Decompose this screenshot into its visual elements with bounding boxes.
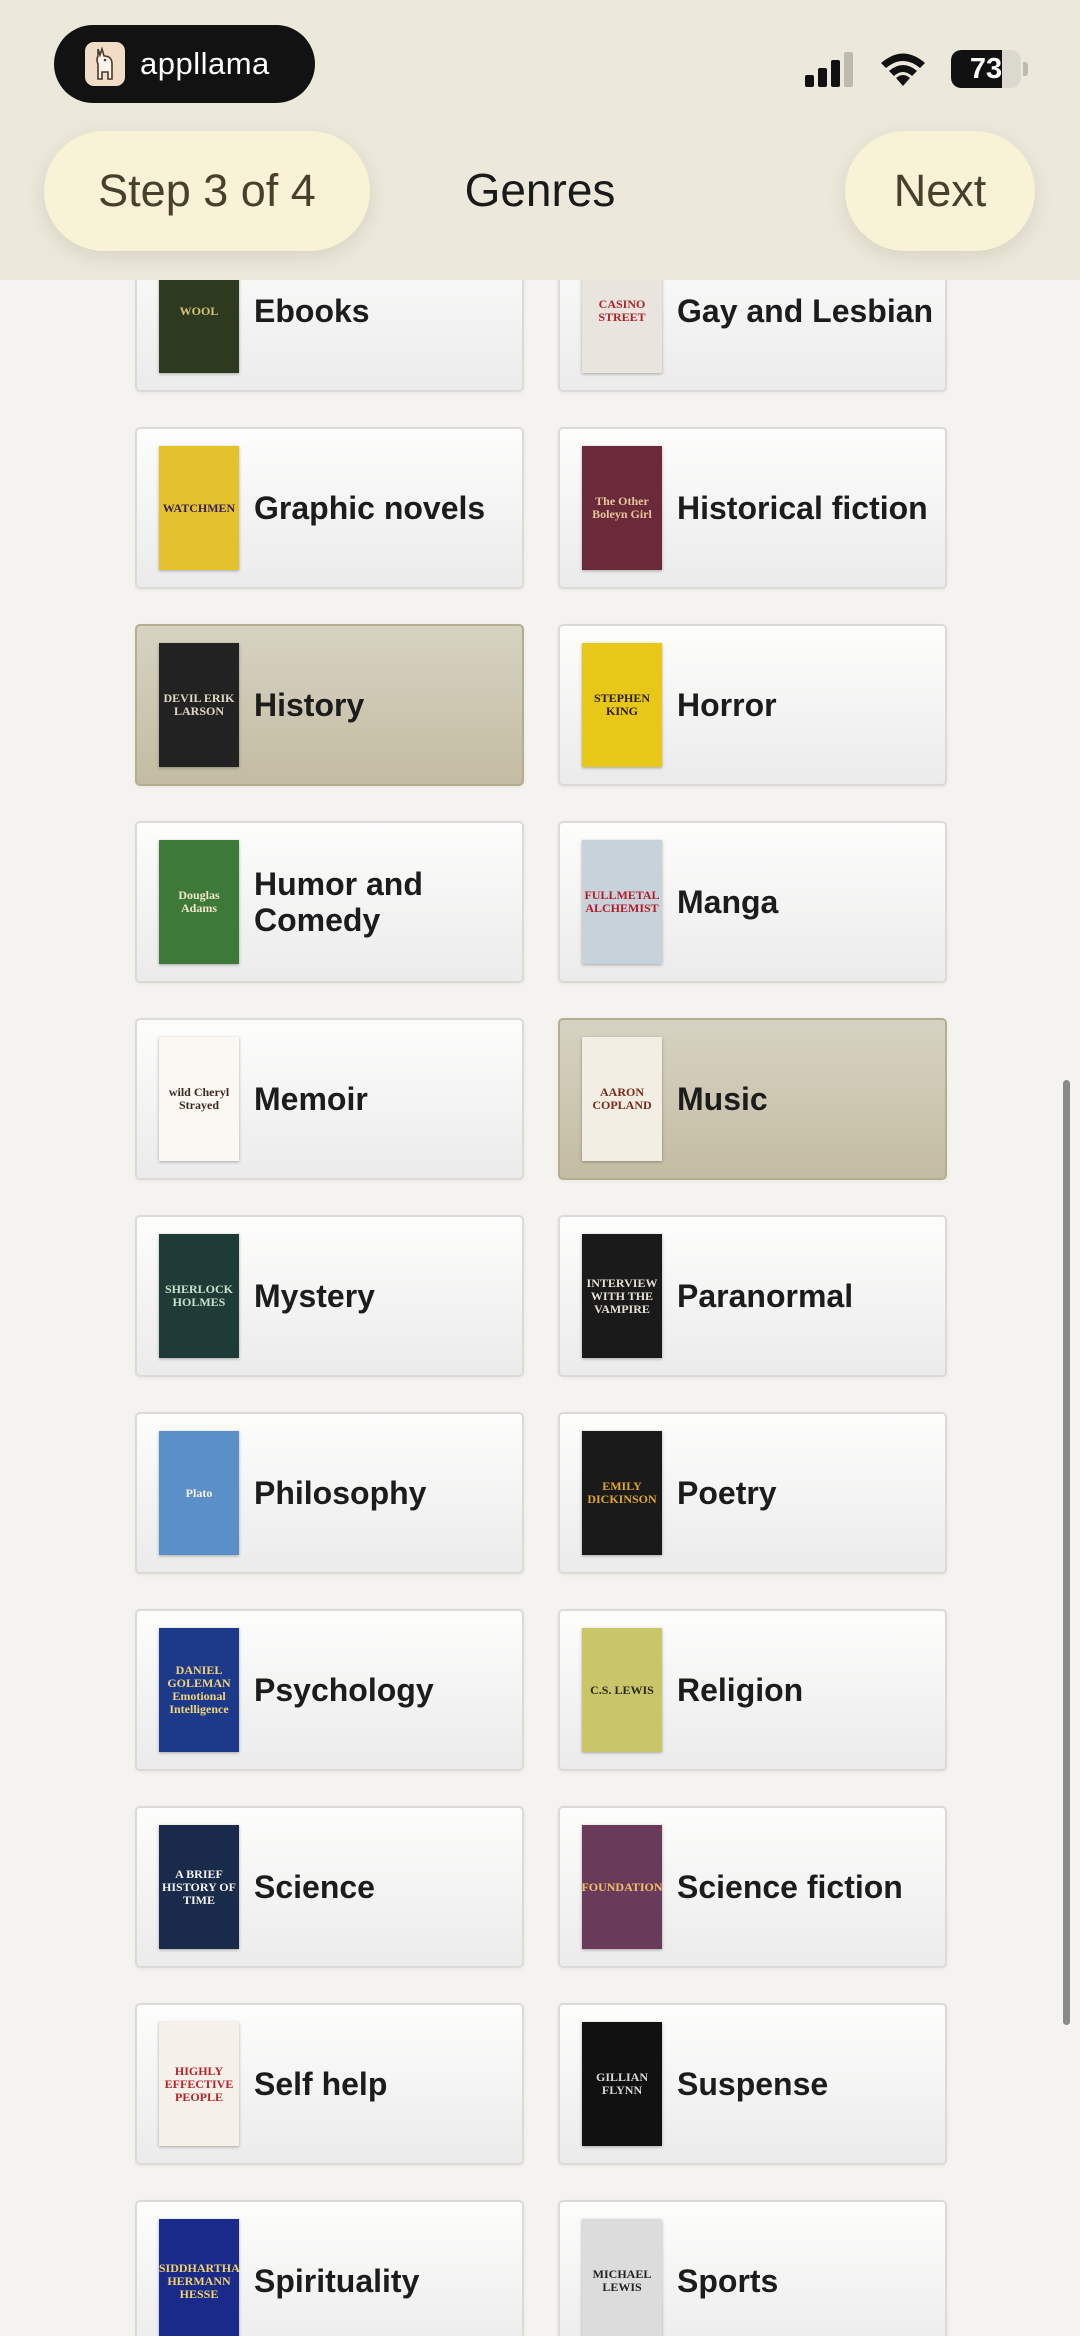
book-cover-image: C.S. LEWIS bbox=[582, 1628, 662, 1752]
genre-label: Religion bbox=[677, 1672, 804, 1708]
genre-label: Gay and Lesbian bbox=[677, 293, 934, 329]
book-cover-title: CASINO STREET bbox=[598, 297, 646, 324]
battery-percentage: 73 bbox=[969, 52, 1003, 85]
genre-label: Ebooks bbox=[254, 293, 370, 329]
genre-card[interactable]: DANIEL GOLEMAN Emotional Intelligence Psy… bbox=[135, 1609, 524, 1771]
genre-card[interactable]: The Other Boleyn Girl Historical fiction bbox=[558, 427, 947, 589]
battery-icon: 73 bbox=[951, 50, 1021, 88]
book-cover-title: AARON COPLAND bbox=[592, 1085, 652, 1112]
book-cover-image: EMILY DICKINSON bbox=[582, 1431, 662, 1555]
genre-label: Spirituality bbox=[254, 2263, 420, 2299]
book-cover-image: Plato bbox=[159, 1431, 239, 1555]
genre-card[interactable]: SIDDHARTHA HERMANN HESSE Spirituality bbox=[135, 2200, 524, 2336]
book-cover-title: The Other Boleyn Girl bbox=[592, 494, 652, 521]
scrollbar[interactable] bbox=[1063, 1080, 1070, 2025]
book-cover-image: The Other Boleyn Girl bbox=[582, 446, 662, 570]
genre-card[interactable]: SHERLOCK HOLMES Mystery bbox=[135, 1215, 524, 1377]
book-cover-image: STEPHEN KING bbox=[582, 643, 662, 767]
genre-card[interactable]: FOUNDATION Science fiction bbox=[558, 1806, 947, 1968]
book-cover-title: MICHAEL LEWIS bbox=[592, 2267, 652, 2294]
book-cover-image: Douglas Adams bbox=[159, 840, 239, 964]
status-icons: 73 bbox=[803, 50, 1028, 88]
book-cover-title: INTERVIEW WITH THE VAMPIRE bbox=[586, 1275, 658, 1316]
genre-label: Suspense bbox=[677, 2066, 829, 2102]
genre-label: Manga bbox=[677, 884, 779, 920]
book-cover-title: Plato bbox=[185, 1485, 213, 1500]
genre-card[interactable]: EMILY DICKINSON Poetry bbox=[558, 1412, 947, 1574]
book-cover-image: FULLMETAL ALCHEMIST bbox=[582, 840, 662, 964]
genre-card[interactable]: INTERVIEW WITH THE VAMPIRE Paranormal bbox=[558, 1215, 947, 1377]
book-cover-image: INTERVIEW WITH THE VAMPIRE bbox=[582, 1234, 662, 1358]
genre-label: Science fiction bbox=[677, 1869, 903, 1905]
genre-card[interactable]: A BRIEF HISTORY OF TIME Science bbox=[135, 1806, 524, 1968]
genre-card[interactable]: Plato Philosophy bbox=[135, 1412, 524, 1574]
book-cover-title: SIDDHARTHA HERMANN HESSE bbox=[159, 2260, 239, 2301]
genre-card[interactable]: FULLMETAL ALCHEMIST Manga bbox=[558, 821, 947, 983]
genre-label: History bbox=[254, 687, 365, 723]
genre-card[interactable]: MICHAEL LEWIS Sports bbox=[558, 2200, 947, 2336]
book-cover-title: GILLIAN FLYNN bbox=[595, 2070, 648, 2097]
book-cover-title: STEPHEN KING bbox=[593, 691, 650, 718]
book-cover-image: wild Cheryl Strayed bbox=[159, 1037, 239, 1161]
genre-label: Humor and Comedy bbox=[254, 866, 423, 938]
genre-label: Memoir bbox=[254, 1081, 368, 1117]
book-cover-title: WATCHMEN bbox=[162, 500, 236, 515]
book-cover-title: A BRIEF HISTORY OF TIME bbox=[162, 1866, 236, 1907]
book-cover-image: AARON COPLAND bbox=[582, 1037, 662, 1161]
genre-card[interactable]: Douglas Adams Humor and Comedy bbox=[135, 821, 524, 983]
book-cover-image: SHERLOCK HOLMES bbox=[159, 1234, 239, 1358]
battery-cap bbox=[1023, 62, 1028, 76]
llama-logo-icon bbox=[85, 42, 125, 86]
genre-card[interactable]: STEPHEN KING Horror bbox=[558, 624, 947, 786]
book-cover-title: C.S. LEWIS bbox=[590, 1682, 654, 1697]
book-cover-title: WOOL bbox=[179, 303, 219, 318]
genre-card[interactable]: HIGHLY EFFECTIVE PEOPLE Self help bbox=[135, 2003, 524, 2165]
genre-card[interactable]: DEVIL ERIK LARSON History bbox=[135, 624, 524, 786]
genre-grid: WOOL Ebooks CASINO STREET Gay and Lesbian WA… bbox=[135, 230, 947, 2336]
book-cover-title: SHERLOCK HOLMES bbox=[164, 1282, 233, 1309]
book-cover-image: HIGHLY EFFECTIVE PEOPLE bbox=[159, 2022, 239, 2146]
book-cover-title: Douglas Adams bbox=[178, 888, 220, 915]
genre-label: Historical fiction bbox=[677, 490, 928, 526]
genre-card[interactable]: WATCHMEN Graphic novels bbox=[135, 427, 524, 589]
wifi-icon bbox=[881, 53, 925, 86]
book-cover-image: FOUNDATION bbox=[582, 1825, 662, 1949]
book-cover-title: DEVIL ERIK LARSON bbox=[163, 691, 235, 718]
genre-card[interactable]: GILLIAN FLYNN Suspense bbox=[558, 2003, 947, 2165]
book-cover-title: wild Cheryl Strayed bbox=[168, 1085, 230, 1112]
genre-label: Psychology bbox=[254, 1672, 434, 1708]
genre-label: Graphic novels bbox=[254, 490, 486, 526]
book-cover-image: SIDDHARTHA HERMANN HESSE bbox=[159, 2219, 239, 2336]
book-cover-image: MICHAEL LEWIS bbox=[582, 2219, 662, 2336]
genre-label: Music bbox=[677, 1081, 768, 1117]
book-cover-image: DEVIL ERIK LARSON bbox=[159, 643, 239, 767]
genre-label: Paranormal bbox=[677, 1278, 854, 1314]
genre-label: Mystery bbox=[254, 1278, 375, 1314]
genre-label: Poetry bbox=[677, 1475, 777, 1511]
next-button[interactable]: Next bbox=[845, 131, 1035, 251]
book-cover-title: HIGHLY EFFECTIVE PEOPLE bbox=[164, 2063, 234, 2104]
genre-label: Sports bbox=[677, 2263, 779, 2299]
app-name: appllama bbox=[140, 46, 270, 81]
book-cover-title: DANIEL GOLEMAN Emotional Intelligence bbox=[167, 1663, 231, 1716]
genre-label: Self help bbox=[254, 2066, 388, 2102]
book-cover-title: EMILY DICKINSON bbox=[587, 1479, 657, 1506]
genre-label: Science bbox=[254, 1869, 375, 1905]
app-badge[interactable]: appllama bbox=[54, 25, 315, 103]
book-cover-image: DANIEL GOLEMAN Emotional Intelligence bbox=[159, 1628, 239, 1752]
cellular-signal-icon bbox=[805, 52, 853, 87]
book-cover-image: A BRIEF HISTORY OF TIME bbox=[159, 1825, 239, 1949]
book-cover-title: FULLMETAL ALCHEMIST bbox=[584, 888, 660, 915]
genre-card[interactable]: wild Cheryl Strayed Memoir bbox=[135, 1018, 524, 1180]
genre-label: Philosophy bbox=[254, 1475, 427, 1511]
book-cover-image: WATCHMEN bbox=[159, 446, 239, 570]
genre-card[interactable]: C.S. LEWIS Religion bbox=[558, 1609, 947, 1771]
book-cover-title: FOUNDATION bbox=[582, 1879, 662, 1894]
top-bar: appllama 73 Step 3 of 4 Genres Next bbox=[0, 0, 1080, 280]
genre-label: Horror bbox=[677, 687, 777, 723]
book-cover-image: GILLIAN FLYNN bbox=[582, 2022, 662, 2146]
genre-card[interactable]: AARON COPLAND Music bbox=[558, 1018, 947, 1180]
